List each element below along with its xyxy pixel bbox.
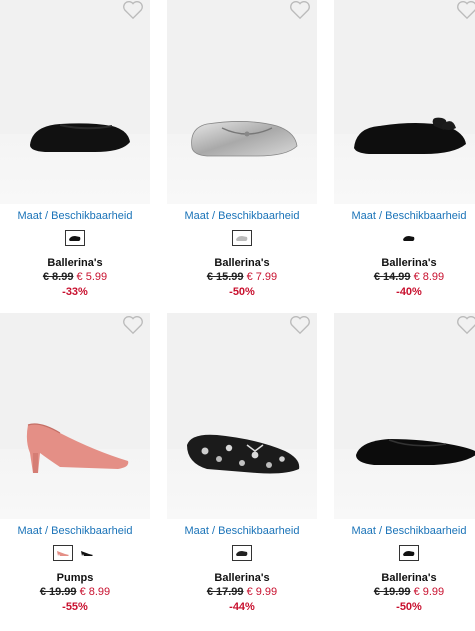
discount-badge: -50%	[229, 286, 255, 298]
wishlist-heart-icon[interactable]	[122, 0, 144, 20]
sale-price: € 9.99	[413, 586, 445, 598]
product-image[interactable]	[0, 0, 150, 204]
shoe-swatch-icon[interactable]	[77, 545, 97, 561]
product-name: Ballerina's	[214, 257, 270, 269]
old-price: € 15.99	[206, 271, 244, 283]
product-name: Pumps	[56, 572, 94, 584]
wishlist-heart-icon[interactable]	[289, 0, 311, 20]
old-price: € 19.99	[373, 586, 411, 598]
product-name: Ballerina's	[381, 257, 437, 269]
product-name: Ballerina's	[47, 257, 103, 269]
size-availability-link[interactable]: Maat / Beschikbaarheid	[334, 210, 475, 222]
product-image[interactable]	[167, 313, 317, 519]
color-swatches	[167, 545, 317, 561]
color-swatches	[0, 230, 150, 246]
shoe-swatch-icon[interactable]	[65, 230, 85, 246]
black-ballerina-image	[30, 123, 130, 152]
product-name: Ballerina's	[381, 572, 437, 584]
price-row: € 14.99 € 8.99	[334, 271, 475, 283]
size-availability-link[interactable]: Maat / Beschikbaarheid	[0, 525, 150, 537]
wishlist-heart-icon[interactable]	[456, 0, 475, 20]
old-price: € 19.99	[39, 586, 77, 598]
size-availability-link[interactable]: Maat / Beschikbaarheid	[0, 210, 150, 222]
pink-pump-image	[26, 423, 129, 473]
wishlist-heart-icon[interactable]	[456, 315, 475, 335]
price-row: € 8.99 € 5.99	[0, 271, 150, 283]
sale-price: € 9.99	[246, 586, 278, 598]
shoe-swatch-icon[interactable]	[232, 230, 252, 246]
old-price: € 17.99	[206, 586, 244, 598]
discount-badge: -55%	[62, 601, 88, 613]
product-image[interactable]	[334, 313, 475, 519]
color-swatches	[334, 230, 475, 246]
sale-price: € 8.99	[413, 271, 445, 283]
size-availability-link[interactable]: Maat / Beschikbaarheid	[167, 210, 317, 222]
wishlist-heart-icon[interactable]	[289, 315, 311, 335]
old-price: € 14.99	[373, 271, 411, 283]
sale-price: € 8.99	[79, 586, 111, 598]
discount-badge: -44%	[229, 601, 255, 613]
black-pointed-flat-image	[356, 439, 475, 465]
discount-badge: -33%	[62, 286, 88, 298]
product-image[interactable]	[0, 313, 150, 519]
black-bow-ballerina-image	[354, 117, 466, 154]
silver-ballerina-image	[191, 121, 298, 157]
shoe-swatch-icon[interactable]	[399, 230, 419, 246]
old-price: € 8.99	[42, 271, 74, 283]
product-image[interactable]	[167, 0, 317, 204]
wishlist-heart-icon[interactable]	[122, 315, 144, 335]
sale-price: € 7.99	[246, 271, 278, 283]
size-availability-link[interactable]: Maat / Beschikbaarheid	[334, 525, 475, 537]
color-swatches	[0, 545, 150, 561]
color-swatches	[167, 230, 317, 246]
price-row: € 17.99 € 9.99	[167, 586, 317, 598]
color-swatches	[334, 545, 475, 561]
product-name: Ballerina's	[214, 572, 270, 584]
size-availability-link[interactable]: Maat / Beschikbaarheid	[167, 525, 317, 537]
shoe-swatch-icon[interactable]	[399, 545, 419, 561]
sale-price: € 5.99	[76, 271, 108, 283]
product-image[interactable]	[334, 0, 475, 204]
price-row: € 15.99 € 7.99	[167, 271, 317, 283]
discount-badge: -50%	[396, 601, 422, 613]
shoe-swatch-icon[interactable]	[53, 545, 73, 561]
price-row: € 19.99 € 8.99	[0, 586, 150, 598]
shoe-swatch-icon[interactable]	[232, 545, 252, 561]
patterned-ballerina-image	[187, 434, 300, 474]
price-row: € 19.99 € 9.99	[334, 586, 475, 598]
discount-badge: -40%	[396, 286, 422, 298]
